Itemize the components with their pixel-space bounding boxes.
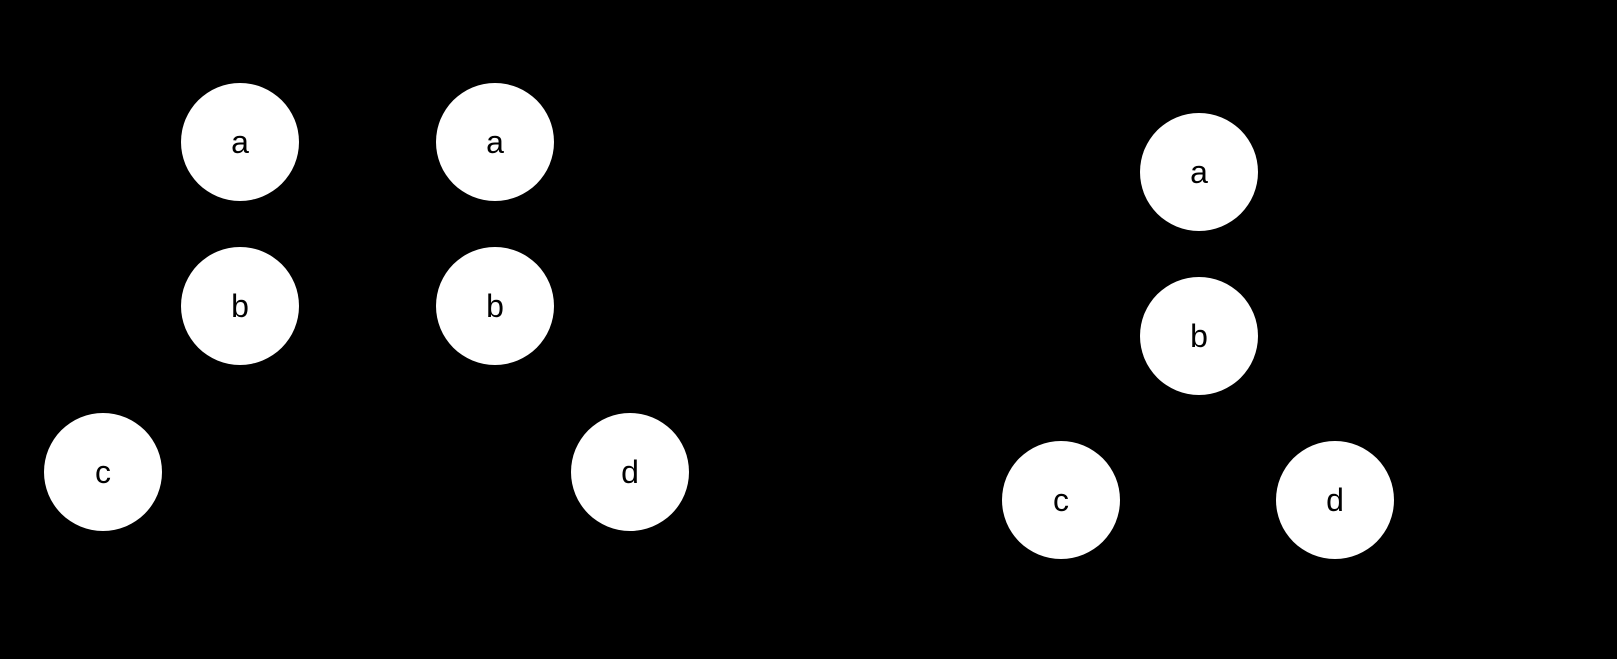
- node-label: c: [95, 454, 111, 491]
- node-a: a: [181, 83, 299, 201]
- node-label: b: [486, 288, 504, 325]
- node-label: c: [1053, 482, 1069, 519]
- node-c: c: [1002, 441, 1120, 559]
- node-b: b: [436, 247, 554, 365]
- node-label: b: [231, 288, 249, 325]
- node-c: c: [44, 413, 162, 531]
- node-label: a: [1190, 154, 1208, 191]
- node-a: a: [436, 83, 554, 201]
- node-b: b: [181, 247, 299, 365]
- node-label: d: [621, 454, 639, 491]
- node-b: b: [1140, 277, 1258, 395]
- node-label: a: [486, 124, 504, 161]
- node-d: d: [571, 413, 689, 531]
- node-label: d: [1326, 482, 1344, 519]
- node-label: b: [1190, 318, 1208, 355]
- node-label: a: [231, 124, 249, 161]
- node-d: d: [1276, 441, 1394, 559]
- node-a: a: [1140, 113, 1258, 231]
